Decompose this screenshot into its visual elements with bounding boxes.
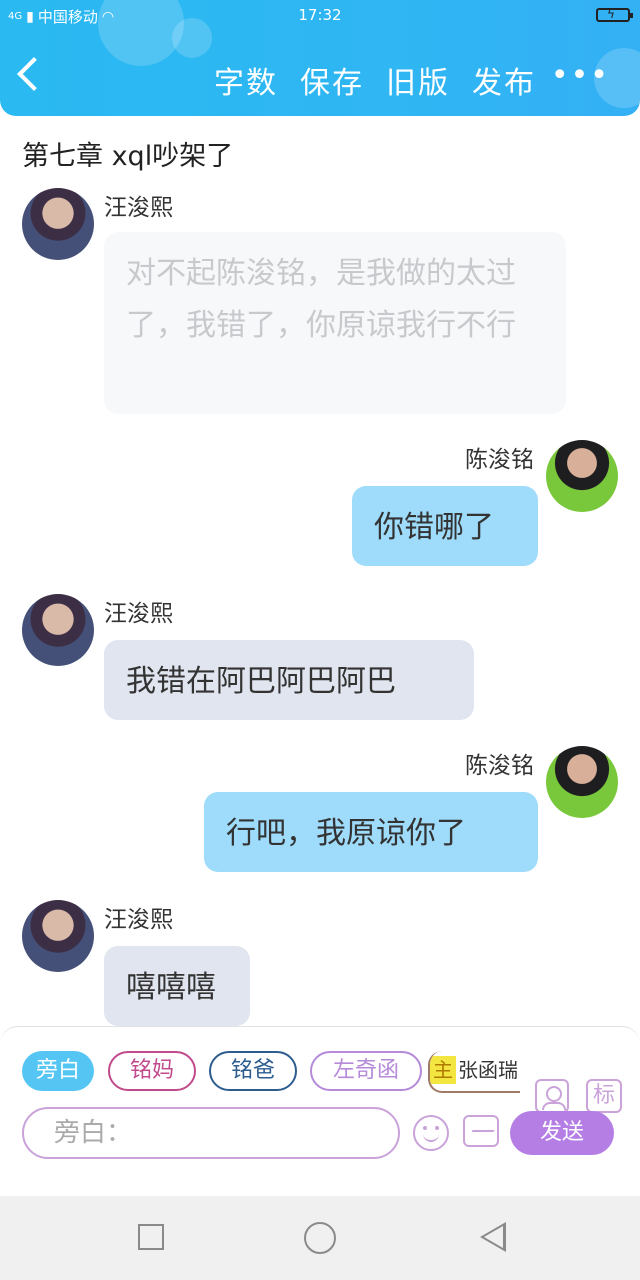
main-role-name: 张函瑞 (458, 1058, 518, 1082)
main-badge: 主 (430, 1056, 456, 1084)
message-input[interactable]: 旁白： (22, 1107, 400, 1159)
person-icon[interactable] (535, 1079, 569, 1113)
role-chip-mingma[interactable]: 铭妈 (108, 1051, 196, 1091)
back-icon[interactable] (480, 1222, 506, 1252)
status-time: 17:32 (298, 6, 342, 24)
message-bubble[interactable]: 你错哪了 (352, 486, 538, 566)
sender-name: 陈浚铭 (465, 447, 534, 473)
message-bubble[interactable]: 我错在阿巴阿巴阿巴 (104, 640, 474, 720)
message-bubble[interactable]: 对不起陈浚铭，是我做的太过了，我错了，你原谅我行不行 (104, 232, 566, 414)
sender-name: 汪浚熙 (104, 601, 173, 627)
app-header: 4G ▮ 中国移动 ◠ 17:32 ϟ 字数 保存 旧版 发布 ••• (0, 0, 640, 116)
word-count-button[interactable]: 字数 (214, 58, 278, 102)
recent-apps-icon[interactable] (138, 1224, 164, 1250)
system-nav-bar (0, 1196, 640, 1280)
avatar[interactable] (546, 440, 618, 512)
composer-panel: 旁白 铭妈 铭爸 左奇函 主张函瑞 标 旁白： 发送 (0, 1026, 640, 1197)
sender-name: 陈浚铭 (465, 753, 534, 779)
label-button[interactable]: 标 (586, 1079, 622, 1113)
save-button[interactable]: 保存 (300, 58, 364, 102)
battery-icon: ϟ (596, 7, 633, 22)
sender-name: 汪浚熙 (104, 195, 173, 221)
role-chip-mingba[interactable]: 铭爸 (209, 1051, 297, 1091)
more-menu-icon[interactable]: ••• (551, 58, 610, 93)
chapter-title: 第七章 xql吵架了 (22, 141, 234, 172)
avatar[interactable] (22, 594, 94, 666)
role-chip-narrator[interactable]: 旁白 (22, 1051, 94, 1091)
role-chip-main[interactable]: 主张函瑞 (428, 1051, 520, 1093)
old-version-button[interactable]: 旧版 (386, 58, 450, 102)
back-arrow-icon[interactable] (17, 57, 51, 91)
home-icon[interactable] (304, 1222, 336, 1254)
header-actions: 字数 保存 旧版 发布 (214, 58, 536, 102)
message-bubble[interactable]: 嘻嘻嘻 (104, 946, 250, 1026)
send-button[interactable]: 发送 (510, 1111, 614, 1155)
sender-name: 汪浚熙 (104, 907, 173, 933)
avatar[interactable] (22, 900, 94, 972)
avatar[interactable] (546, 746, 618, 818)
avatar[interactable] (22, 188, 94, 260)
image-icon[interactable] (463, 1115, 499, 1147)
role-chip-zuoqihan[interactable]: 左奇函 (310, 1051, 422, 1091)
message-bubble[interactable]: 行吧，我原谅你了 (204, 792, 538, 872)
publish-button[interactable]: 发布 (472, 58, 536, 102)
status-bar: 4G ▮ 中国移动 ◠ 17:32 ϟ (0, 0, 640, 32)
emoji-icon[interactable] (413, 1115, 449, 1151)
